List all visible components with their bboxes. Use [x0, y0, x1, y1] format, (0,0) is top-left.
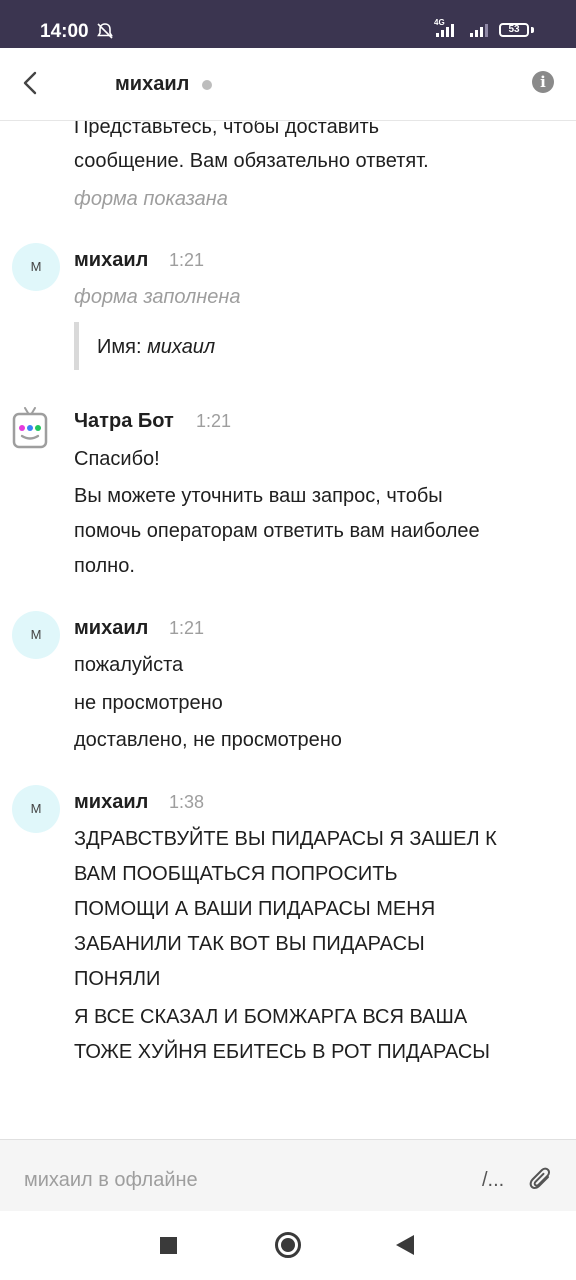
- quote-bar: [74, 322, 79, 370]
- battery-icon: 53: [499, 23, 529, 37]
- signal-icon: [436, 24, 454, 37]
- sender-name: михаил: [74, 617, 149, 639]
- back-arrow-icon[interactable]: [18, 70, 44, 96]
- message-time: 1:38: [169, 792, 205, 812]
- message-text: ВАМ ПООБЩАТЬСЯ ПОПРОСИТЬ: [74, 863, 398, 885]
- message-composer[interactable]: михаил в офлайне /...: [0, 1139, 576, 1212]
- message-status: форма показана: [74, 188, 228, 210]
- message-text: Вы можете уточнить ваш запрос, чтобы: [74, 485, 443, 507]
- sender-name: Чатра Бот: [74, 410, 174, 432]
- contact-name: михаил: [115, 73, 190, 95]
- message-text: Представьтесь, чтобы доставить: [74, 121, 380, 138]
- message-status: доставлено, не просмотрено: [74, 729, 342, 751]
- message-text: ЗАБАНИЛИ ТАК ВОТ ВЫ ПИДАРАСЫ: [74, 933, 425, 955]
- message-time: 1:21: [169, 618, 205, 638]
- nav-back-icon[interactable]: [396, 1235, 414, 1255]
- nav-recents-icon[interactable]: [160, 1237, 177, 1254]
- message-status: не просмотрено: [74, 692, 223, 714]
- chat-messages[interactable]: Представьтесь, чтобы доставить сообщение…: [0, 121, 576, 1139]
- message-time: 1:21: [169, 250, 205, 270]
- sender-name: михаил: [74, 791, 149, 813]
- message-text: помочь операторам ответить вам наиболее: [74, 520, 480, 542]
- message-text: ЗДРАВСТВУЙТЕ ВЫ ПИДАРАСЫ Я ЗАШЕЛ К: [74, 828, 497, 850]
- chat-header: михаил i: [0, 48, 576, 121]
- status-bar: 14:00 4G 53: [0, 0, 576, 48]
- avatar: М: [12, 785, 60, 833]
- message-input[interactable]: михаил в офлайне: [24, 1168, 198, 1192]
- message-text: Я ВСЕ СКАЗАЛ И БОМЖАРГА ВСЯ ВАША: [74, 1006, 468, 1028]
- nav-home-dot: [281, 1238, 295, 1252]
- form-field-value: михаил: [147, 336, 216, 358]
- message-time: 1:21: [196, 411, 232, 431]
- form-field: Имя: михаил: [97, 335, 215, 359]
- battery-tip: [531, 27, 534, 33]
- message-text: пожалуйста: [74, 654, 184, 676]
- avatar: М: [12, 611, 60, 659]
- avatar: М: [12, 243, 60, 291]
- message-status: форма заполнена: [74, 286, 241, 308]
- form-field-label: Имя:: [97, 336, 142, 358]
- message-text: ПОНЯЛИ: [74, 968, 161, 990]
- bell-off-icon: [97, 23, 113, 39]
- message-text: ПОМОЩИ А ВАШИ ПИДАРАСЫ МЕНЯ: [74, 898, 436, 920]
- message-text: полно.: [74, 555, 135, 577]
- signal-icon: [470, 24, 488, 37]
- sender-name: михаил: [74, 249, 149, 271]
- message-text: Спасибо!: [74, 448, 160, 470]
- commands-button[interactable]: /...: [482, 1168, 504, 1192]
- paperclip-icon[interactable]: [528, 1166, 554, 1194]
- message-text: ТОЖЕ ХУЙНЯ ЕБИТЕСЬ В РОТ ПИДАРАСЫ: [74, 1041, 490, 1063]
- bot-icon: [12, 407, 48, 449]
- status-time: 14:00: [40, 21, 89, 42]
- info-icon[interactable]: i: [532, 71, 554, 93]
- offline-status-dot: [202, 80, 212, 90]
- message-text: сообщение. Вам обязательно ответят.: [74, 150, 429, 172]
